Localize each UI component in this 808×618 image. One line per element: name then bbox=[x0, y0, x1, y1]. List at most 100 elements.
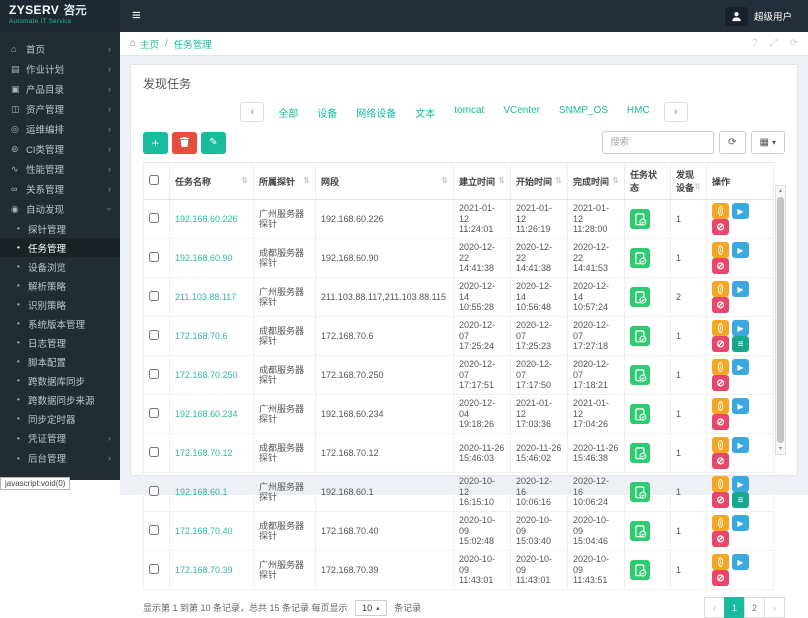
task-name-link[interactable]: 172.168.70.6 bbox=[175, 331, 228, 341]
search-input[interactable] bbox=[602, 131, 715, 154]
run-task-button[interactable]: ▶ bbox=[732, 320, 749, 336]
sidebar-item-backend[interactable]: • 后台管理 › bbox=[0, 448, 120, 468]
run-task-button[interactable]: ▶ bbox=[732, 437, 749, 453]
select-all-checkbox[interactable] bbox=[149, 175, 159, 185]
cancel-task-button[interactable]: ⊘ bbox=[712, 336, 729, 352]
pagination-next[interactable]: › bbox=[764, 597, 785, 618]
col-header-devices[interactable]: 发现设备 ⇅ bbox=[670, 162, 707, 200]
row-checkbox[interactable] bbox=[149, 407, 159, 418]
sidebar-subitem-1[interactable]: • 任务管理 bbox=[0, 238, 120, 257]
sidebar-item-ci-class[interactable]: ⊚ CI类管理 › bbox=[0, 139, 120, 159]
task-name-link[interactable]: 211.103.88.117 bbox=[175, 292, 236, 302]
sidebar-subitem-3[interactable]: • 解析策略 bbox=[0, 276, 120, 295]
task-name-link[interactable]: 192.168.60.226 bbox=[175, 214, 238, 224]
run-task-button[interactable]: ▶ bbox=[732, 476, 749, 492]
refresh-icon[interactable]: ⟳ bbox=[790, 38, 798, 49]
view-report-button[interactable] bbox=[712, 320, 729, 336]
row-checkbox[interactable] bbox=[149, 563, 159, 574]
sidebar-item-performance[interactable]: ∿ 性能管理 › bbox=[0, 159, 120, 179]
app-logo[interactable]: ZYSERV 咨元 Automate IT Service bbox=[0, 0, 120, 32]
run-task-button[interactable]: ▶ bbox=[732, 359, 749, 375]
sidebar-subitem-0[interactable]: • 探针管理 bbox=[0, 219, 120, 238]
run-task-button[interactable]: ▶ bbox=[732, 281, 749, 297]
sidebar-subitem-5[interactable]: • 系统版本管理 bbox=[0, 314, 120, 333]
filter-tab-0[interactable]: 全部 bbox=[278, 105, 298, 120]
user-menu[interactable]: 超级用户 bbox=[724, 6, 792, 26]
task-status-icon[interactable] bbox=[630, 287, 650, 307]
view-report-button[interactable] bbox=[712, 359, 729, 375]
sidebar-item-ops-orchestration[interactable]: ◎ 运维编排 › bbox=[0, 119, 120, 139]
tabs-next-button[interactable]: › bbox=[663, 102, 688, 122]
scroll-down-icon[interactable]: ▾ bbox=[779, 444, 782, 454]
cancel-task-button[interactable]: ⊘ bbox=[712, 570, 729, 586]
filter-tab-1[interactable]: 设备 bbox=[317, 105, 337, 120]
run-task-button[interactable]: ▶ bbox=[732, 515, 749, 531]
sidebar-item-product-catalog[interactable]: ▣ 产品目录 › bbox=[0, 79, 120, 99]
task-status-icon[interactable] bbox=[630, 560, 650, 580]
view-report-button[interactable] bbox=[712, 476, 729, 492]
row-checkbox[interactable] bbox=[149, 524, 159, 535]
view-report-button[interactable] bbox=[712, 515, 729, 531]
task-status-icon[interactable] bbox=[630, 521, 650, 541]
task-status-icon[interactable] bbox=[630, 326, 650, 346]
col-header-segment[interactable]: 网段 ⇅ bbox=[315, 162, 454, 200]
view-report-button[interactable] bbox=[712, 281, 729, 297]
sidebar-subitem-6[interactable]: • 日志管理 bbox=[0, 333, 120, 352]
more-actions-button[interactable]: ≡ bbox=[732, 492, 749, 508]
sidebar-toggle-icon[interactable]: ≡ bbox=[132, 0, 141, 32]
sidebar-subitem-8[interactable]: • 跨数据库同步 bbox=[0, 371, 120, 390]
fullscreen-icon[interactable]: ⤢ bbox=[770, 38, 778, 49]
cancel-task-button[interactable]: ⊘ bbox=[712, 258, 729, 274]
cancel-task-button[interactable]: ⊘ bbox=[712, 375, 729, 391]
filter-tab-3[interactable]: 文本 bbox=[415, 105, 435, 120]
task-name-link[interactable]: 192.168.60.90 bbox=[175, 253, 233, 263]
sidebar-item-asset-mgmt[interactable]: ◫ 资产管理 › bbox=[0, 99, 120, 119]
scroll-up-icon[interactable]: ▴ bbox=[779, 186, 782, 196]
run-task-button[interactable]: ▶ bbox=[732, 398, 749, 414]
col-header-name[interactable]: 任务名称 ⇅ bbox=[169, 162, 254, 200]
sidebar-item-relation[interactable]: ∞ 关系管理 › bbox=[0, 179, 120, 199]
task-name-link[interactable]: 172.168.70.40 bbox=[175, 526, 233, 536]
task-status-icon[interactable] bbox=[630, 443, 650, 463]
sidebar-subitem-4[interactable]: • 识别策略 bbox=[0, 295, 120, 314]
pagination-page-2[interactable]: 2 bbox=[744, 597, 765, 618]
more-actions-button[interactable]: ≡ bbox=[732, 336, 749, 352]
breadcrumb-current[interactable]: 任务管理 bbox=[174, 37, 212, 51]
tabs-prev-button[interactable]: ‹ bbox=[240, 102, 265, 122]
sidebar-item-home[interactable]: ⌂ 首页 › bbox=[0, 39, 120, 59]
view-report-button[interactable] bbox=[712, 203, 729, 219]
run-task-button[interactable]: ▶ bbox=[732, 242, 749, 258]
sidebar-subitem-9[interactable]: • 跨数据同步来源 bbox=[0, 390, 120, 409]
view-report-button[interactable] bbox=[712, 398, 729, 414]
row-checkbox[interactable] bbox=[149, 485, 159, 496]
delete-task-button[interactable] bbox=[172, 131, 197, 154]
row-checkbox[interactable] bbox=[149, 212, 159, 223]
help-icon[interactable]: ? bbox=[752, 38, 758, 49]
run-task-button[interactable]: ▶ bbox=[732, 554, 749, 570]
filter-tab-5[interactable]: VCenter bbox=[503, 105, 540, 120]
task-status-icon[interactable] bbox=[630, 482, 650, 502]
row-checkbox[interactable] bbox=[149, 251, 159, 262]
cancel-task-button[interactable]: ⊘ bbox=[712, 414, 729, 430]
task-name-link[interactable]: 192.168.60.234 bbox=[175, 409, 238, 419]
row-checkbox[interactable] bbox=[149, 368, 159, 379]
task-status-icon[interactable] bbox=[630, 404, 650, 424]
cancel-task-button[interactable]: ⊘ bbox=[712, 453, 729, 469]
col-header-started[interactable]: 开始时间 ⇅ bbox=[510, 162, 568, 200]
task-name-link[interactable]: 172.168.70.250 bbox=[175, 370, 238, 380]
sidebar-subitem-10[interactable]: • 同步定时器 bbox=[0, 409, 120, 428]
sidebar-item-credential[interactable]: • 凭证管理 › bbox=[0, 428, 120, 448]
task-name-link[interactable]: 172.168.70.39 bbox=[175, 565, 233, 575]
view-report-button[interactable] bbox=[712, 242, 729, 258]
columns-button[interactable]: ▦ ▾ bbox=[750, 131, 785, 154]
scrollbar-thumb[interactable] bbox=[777, 197, 784, 443]
task-status-icon[interactable] bbox=[630, 365, 650, 385]
col-header-finished[interactable]: 完成时间 ⇅ bbox=[567, 162, 625, 200]
run-task-button[interactable]: ▶ bbox=[732, 203, 749, 219]
task-name-link[interactable]: 192.168.60.1 bbox=[175, 487, 228, 497]
pagination-prev[interactable]: ‹ bbox=[704, 597, 725, 618]
page-size-select[interactable]: 10 ▴ bbox=[355, 599, 387, 616]
row-checkbox[interactable] bbox=[149, 329, 159, 340]
cancel-task-button[interactable]: ⊘ bbox=[712, 492, 729, 508]
pagination-page-1[interactable]: 1 bbox=[724, 597, 745, 618]
